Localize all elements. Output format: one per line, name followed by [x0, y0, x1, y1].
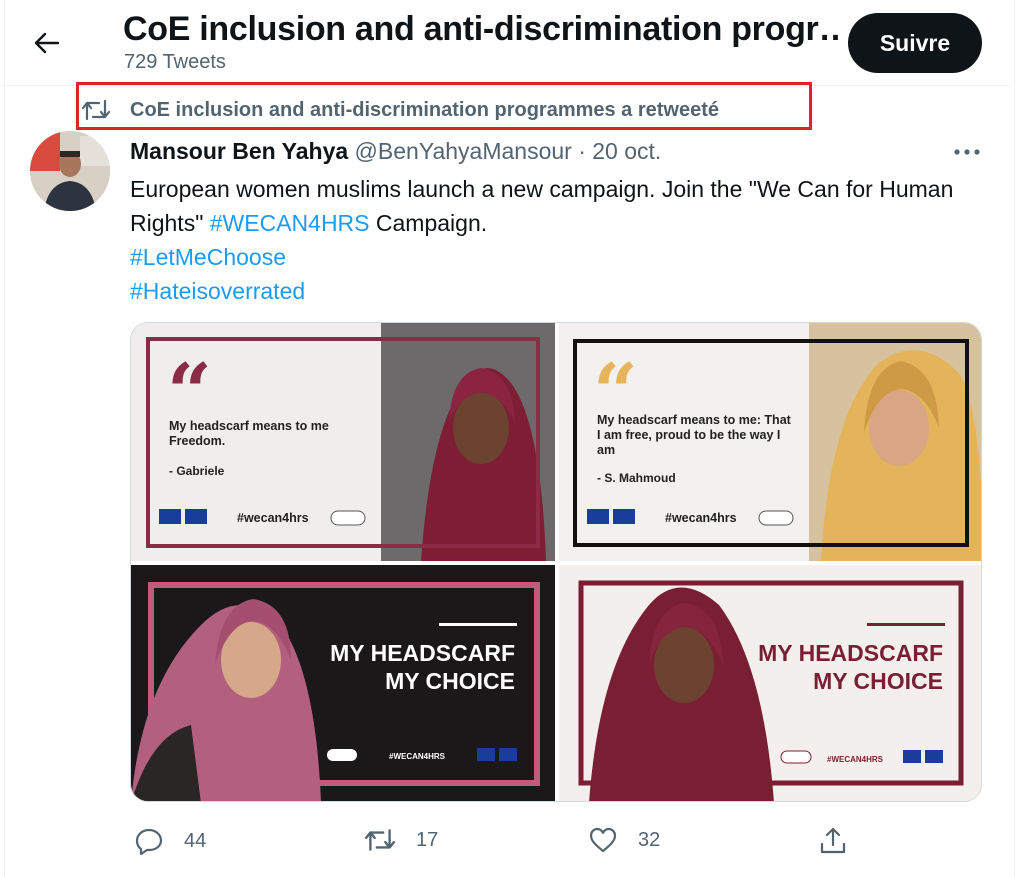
image-headline: MY HEADSCARF	[758, 640, 943, 666]
share-icon	[820, 827, 846, 854]
image-hashtag: #wecan4hrs	[665, 511, 737, 525]
retweet-context[interactable]: CoE inclusion and anti-discrimination pr…	[130, 99, 719, 122]
quote-icon: “	[167, 347, 212, 438]
quote-author: - Gabriele	[169, 464, 225, 478]
avatar-photo	[30, 131, 110, 211]
reply-count: 44	[184, 829, 207, 852]
like-button[interactable]: 32	[588, 826, 660, 854]
tweet-meta: Mansour Ben Yahya @BenYahyaMansour · 20 …	[130, 138, 661, 165]
image-headline: MY CHOICE	[813, 668, 943, 694]
media-grid: “ My headscarf means to me Freedom. - Ga…	[130, 322, 982, 802]
more-icon[interactable]	[950, 140, 984, 164]
retweet-count: 17	[416, 828, 439, 851]
profile-header: CoE inclusion and anti-discrimination pr…	[0, 0, 1011, 86]
quote-text: My headscarf means to me Freedom.	[169, 419, 329, 448]
media-image[interactable]: “ My headscarf means to me: That I am fr…	[559, 323, 981, 561]
hashtag-link[interactable]: #WECAN4HRS	[210, 210, 370, 236]
retweet-icon	[364, 829, 396, 851]
media-image[interactable]: MY HEADSCARF MY CHOICE #WECAN4HRS	[559, 565, 981, 801]
author-handle[interactable]: @BenYahyaMansour	[355, 138, 572, 164]
media-image[interactable]: “ My headscarf means to me Freedom. - Ga…	[131, 323, 555, 561]
image-headline: MY CHOICE	[385, 668, 515, 694]
quote-text: My headscarf means to me: That I am free…	[597, 413, 791, 457]
image-hashtag: #WECAN4HRS	[389, 752, 446, 761]
like-count: 32	[638, 828, 661, 851]
author-name[interactable]: Mansour Ben Yahya	[130, 138, 348, 164]
image-hashtag: #wecan4hrs	[237, 511, 309, 525]
hashtag-link[interactable]: #LetMeChoose	[130, 244, 286, 270]
page-title: CoE inclusion and anti-discrimination pr…	[123, 10, 843, 48]
meta-separator: ·	[578, 138, 586, 164]
reply-icon	[135, 828, 163, 856]
back-button[interactable]	[30, 26, 64, 60]
retweet-button[interactable]: 17	[364, 826, 438, 854]
retweet-icon	[81, 99, 111, 121]
image-hashtag: #WECAN4HRS	[827, 755, 884, 764]
heart-icon	[589, 827, 617, 853]
quote-author: - S. Mahmoud	[597, 471, 676, 485]
media-image[interactable]: MY HEADSCARF MY CHOICE #WECAN4HRS	[131, 565, 555, 801]
share-button[interactable]	[818, 826, 868, 856]
avatar[interactable]	[30, 131, 110, 211]
tweet-date[interactable]: 20 oct.	[592, 138, 661, 164]
arrow-left-icon	[34, 32, 60, 54]
tweet-count: 729 Tweets	[124, 51, 226, 73]
reply-button[interactable]: 44	[134, 826, 206, 856]
hashtag-link[interactable]: #Hateisoverrated	[130, 278, 305, 304]
follow-button[interactable]: Suivre	[848, 13, 982, 73]
tweet-text: European women muslims launch a new camp…	[130, 172, 980, 308]
tweet-text-part: Campaign.	[369, 210, 488, 236]
image-headline: MY HEADSCARF	[330, 640, 515, 666]
